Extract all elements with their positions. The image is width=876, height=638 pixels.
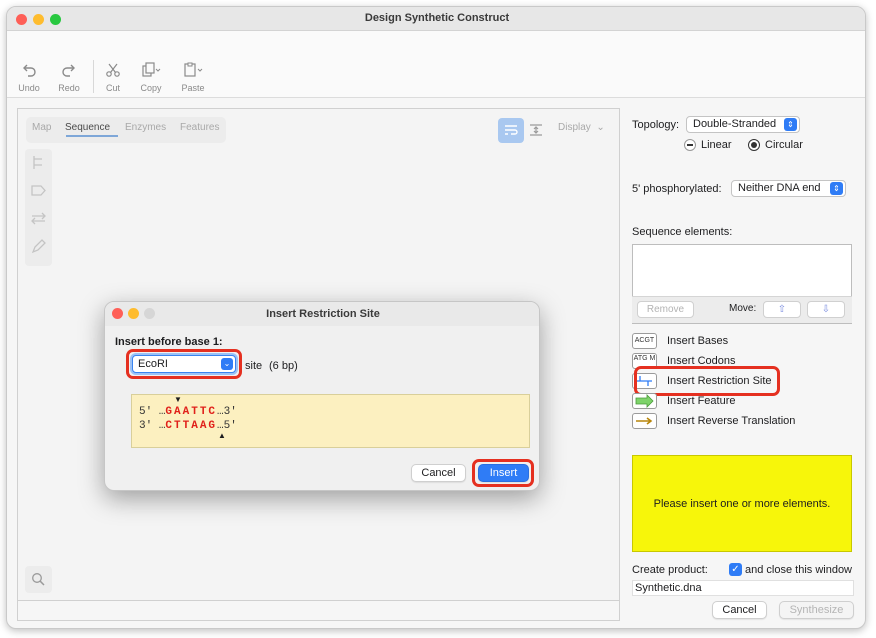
bottom-strand-end: 3' xyxy=(139,420,153,432)
updown-chevron-icon: ⇕ xyxy=(830,182,843,195)
display-menu-label: Display xyxy=(558,122,591,133)
move-up-button[interactable]: ⇧ xyxy=(763,301,801,318)
tab-sequence[interactable]: Sequence xyxy=(65,122,110,133)
enzyme-value: EcoRI xyxy=(138,358,168,370)
feature-arrow-icon[interactable] xyxy=(632,393,657,409)
green-arrow-glyph xyxy=(635,394,654,408)
insert-bases-button[interactable]: Insert Bases xyxy=(667,335,728,347)
paste-button[interactable]: Paste xyxy=(173,62,213,94)
acgt-icon[interactable]: ACGT xyxy=(632,333,657,349)
primer-icon[interactable] xyxy=(30,154,47,171)
circular-label: Circular xyxy=(765,139,803,151)
topology-select[interactable]: Double-Stranded ⇕ xyxy=(686,116,800,133)
find-button[interactable] xyxy=(25,566,52,593)
search-icon xyxy=(32,573,45,586)
synthesize-button[interactable]: Synthesize xyxy=(779,601,854,619)
bottom-strand-site: CTTAAG xyxy=(165,420,218,432)
undo-button[interactable]: Undo xyxy=(9,62,49,94)
chevron-down-icon: ⌄ xyxy=(593,122,605,133)
top-strand-site: GAATTC xyxy=(165,406,218,418)
dialog-cancel-button[interactable]: Cancel xyxy=(411,464,466,482)
radio-dash xyxy=(687,144,693,146)
phosphorylated-label: 5' phosphorylated: xyxy=(632,183,722,195)
side-toolbar xyxy=(25,149,52,266)
display-menu[interactable]: Display ⌄ xyxy=(558,122,605,133)
window-title: Design Synthetic Construct xyxy=(364,12,510,24)
phosphorylated-value: Neither DNA end xyxy=(738,182,821,194)
topology-label: Topology: xyxy=(632,119,680,131)
copy-button[interactable]: Copy xyxy=(131,62,171,94)
paste-label: Paste xyxy=(181,83,205,93)
undo-label: Undo xyxy=(18,83,40,93)
radio-dot xyxy=(751,142,757,148)
insert-feature-button[interactable]: Insert Feature xyxy=(667,395,735,407)
copy-icon xyxy=(142,62,161,77)
move-label: Move: xyxy=(729,303,757,314)
construct-settings-panel: Topology: Double-Stranded ⇕ Linear Circu… xyxy=(623,99,865,628)
topology-value: Double-Stranded xyxy=(693,118,777,130)
bottom-cut-marker-icon: ▲ xyxy=(218,431,226,440)
sequence-elements-footer: Remove Move: ⇧ ⇩ xyxy=(632,296,852,323)
tab-features[interactable]: Features xyxy=(180,122,219,133)
cut-button[interactable]: Cut xyxy=(93,62,133,94)
ruler-icon xyxy=(530,124,542,136)
reverse-translation-glyph xyxy=(636,417,653,425)
dialog-title-bar: Insert Restriction Site xyxy=(105,302,539,326)
checkmark-icon: ✓ xyxy=(731,564,740,575)
top-cut-marker-icon: ▼ xyxy=(174,395,182,404)
paste-icon xyxy=(184,62,203,77)
remove-button[interactable]: Remove xyxy=(637,301,694,318)
empty-hint-box: Please insert one or more elements. xyxy=(632,455,852,552)
redo-label: Redo xyxy=(58,83,80,93)
phosphorylated-select[interactable]: Neither DNA end ⇕ xyxy=(731,180,846,197)
site-sequence-preview: ▼ 5' …GAATTC…3' 3' …CTTAAG…5' ▲ xyxy=(131,394,530,448)
title-bar: Design Synthetic Construct xyxy=(7,7,865,31)
insert-restriction-site-dialog: Insert Restriction Site Insert before ba… xyxy=(104,301,540,491)
insert-button[interactable]: Insert xyxy=(478,464,529,482)
tab-selection-indicator xyxy=(66,135,118,137)
status-bar xyxy=(18,600,619,620)
cancel-button[interactable]: Cancel xyxy=(712,601,767,619)
insert-reverse-translation-button[interactable]: Insert Reverse Translation xyxy=(667,415,795,427)
cut-label: Cut xyxy=(105,83,120,93)
scissors-icon xyxy=(106,63,120,77)
updown-chevron-icon: ⇕ xyxy=(784,118,797,131)
insert-before-label: Insert before base 1: xyxy=(115,336,223,348)
dialog-title: Insert Restriction Site xyxy=(266,308,380,320)
wrap-lines-icon xyxy=(505,125,518,135)
tab-map[interactable]: Map xyxy=(32,122,51,133)
top-strand-suffix: …3' xyxy=(217,406,237,418)
feature-tag-icon[interactable] xyxy=(30,182,47,199)
undo-icon xyxy=(23,64,36,77)
chevron-down-icon: ⌄ xyxy=(221,358,233,370)
redo-icon xyxy=(62,64,75,77)
pen-icon[interactable] xyxy=(30,238,47,255)
linear-radio[interactable] xyxy=(684,139,696,151)
top-strand-end: 5' xyxy=(139,406,153,418)
top-strand: 5' …GAATTC…3' xyxy=(139,406,237,418)
linear-label: Linear xyxy=(701,139,732,151)
move-down-button[interactable]: ⇩ xyxy=(807,301,845,318)
swap-strands-icon[interactable] xyxy=(30,210,47,227)
copy-label: Copy xyxy=(140,83,162,93)
circular-radio[interactable] xyxy=(748,139,760,151)
site-label: site xyxy=(245,360,263,372)
arrow-down-icon: ⇩ xyxy=(821,304,831,315)
close-window-checkbox[interactable]: ✓ xyxy=(729,563,742,576)
highlight-insert-restriction-site xyxy=(634,366,780,396)
close-window-label: and close this window xyxy=(745,564,853,576)
arrow-up-icon: ⇧ xyxy=(777,304,787,315)
toolbar: Undo Redo Cut Copy Paste xyxy=(7,31,865,98)
ruler-toggle-button[interactable] xyxy=(528,123,548,139)
enzyme-select[interactable]: EcoRI ⌄ xyxy=(132,355,236,373)
tab-enzymes[interactable]: Enzymes xyxy=(125,122,166,133)
wrap-button[interactable] xyxy=(498,118,524,143)
site-size-label: (6 bp) xyxy=(269,360,298,372)
product-filename-field[interactable]: Synthetic.dna xyxy=(632,580,854,596)
redo-button[interactable]: Redo xyxy=(49,62,89,94)
create-product-label: Create product: xyxy=(632,564,708,576)
sequence-elements-label: Sequence elements: xyxy=(632,226,733,238)
reverse-translation-icon[interactable] xyxy=(632,413,657,429)
